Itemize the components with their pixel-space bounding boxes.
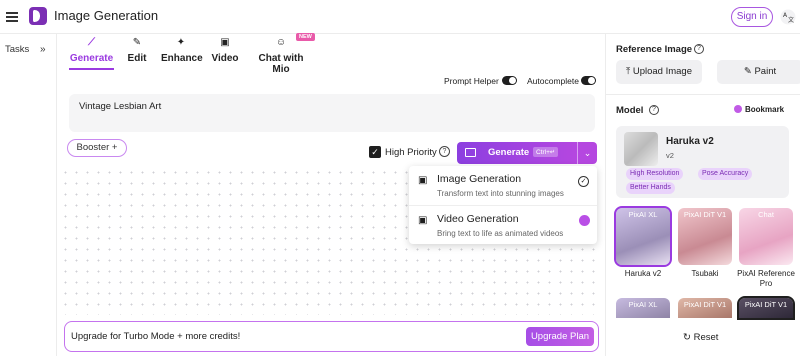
- model-tag: Pose Accuracy: [698, 168, 753, 180]
- translate-icon[interactable]: A 文: [780, 9, 796, 25]
- tab-generate[interactable]: ⟋ Generate: [69, 36, 114, 70]
- model-tag: High Resolution: [626, 168, 684, 180]
- check-icon: ✓: [578, 176, 589, 187]
- tab-label: Edit: [127, 53, 147, 64]
- divider: [606, 94, 800, 95]
- image-icon: [465, 148, 476, 157]
- model-badge: PixAI DiT V1: [683, 300, 727, 309]
- chevron-down-icon: ⌄: [583, 148, 592, 158]
- new-badge: NEW: [296, 33, 315, 41]
- generate-label: Generate: [488, 147, 530, 158]
- selected-model-card[interactable]: Haruka v2 v2 High Resolution Pose Accura…: [616, 126, 789, 198]
- help-icon[interactable]: ?: [694, 44, 704, 54]
- tab-enhance[interactable]: ✦ Enhance: [161, 36, 203, 68]
- prompt-helper-label: Prompt Helper: [444, 76, 499, 86]
- upgrade-banner: Upgrade for Turbo Mode + more credits! U…: [64, 321, 599, 352]
- model-title: Model: [616, 105, 644, 116]
- model-name: Haruka v2: [666, 136, 714, 147]
- autocomplete-toggle[interactable]: [581, 76, 596, 85]
- model-thumbnail-haruka[interactable]: PixAI XL: [614, 206, 672, 267]
- menu-item-video-generation[interactable]: ▣ Video Generation Bring text to life as…: [409, 206, 597, 245]
- tab-label: Video: [211, 53, 239, 64]
- model-badge: PixAI DiT V1: [683, 210, 727, 219]
- model-badge: PixAI XL: [628, 300, 658, 309]
- menu-item-title: Image Generation: [437, 173, 522, 185]
- model-thumbnail[interactable]: PixAI DiT V1: [678, 298, 732, 318]
- left-divider: [56, 34, 57, 356]
- expand-sidebar-icon[interactable]: »: [40, 44, 46, 55]
- upload-image-button[interactable]: ⤒ Upload Image: [616, 60, 702, 84]
- menu-item-image-generation[interactable]: ▣ Image Generation Transform text into s…: [409, 166, 597, 205]
- prompt-input[interactable]: Vintage Lesbian Art: [69, 94, 595, 132]
- model-caption: Haruka v2: [624, 269, 662, 278]
- model-version: v2: [666, 151, 674, 160]
- tab-edit[interactable]: ✎ Edit: [124, 36, 150, 68]
- high-priority-label: High Priority: [385, 147, 437, 158]
- booster-button[interactable]: Booster +: [67, 139, 127, 157]
- reset-button[interactable]: ↻ Reset: [683, 332, 718, 343]
- reset-label: Reset: [693, 332, 719, 343]
- video-icon: ▣: [418, 215, 428, 226]
- app-logo[interactable]: [29, 7, 47, 25]
- menu-item-subtitle: Bring text to life as animated videos: [437, 229, 564, 238]
- generate-dropdown-button[interactable]: ⌄: [577, 142, 597, 164]
- sign-in-button[interactable]: Sign in: [731, 7, 773, 27]
- help-icon[interactable]: ?: [649, 105, 659, 115]
- upload-label: Upload Image: [632, 66, 692, 77]
- autocomplete-label: Autocomplete: [527, 76, 579, 86]
- paintbrush-icon: ✎: [743, 66, 755, 77]
- crown-icon: [579, 215, 590, 226]
- model-thumbnail[interactable]: PixAI DiT V1: [737, 296, 795, 320]
- high-priority-checkbox[interactable]: ✓: [369, 146, 381, 158]
- tab-video[interactable]: ▣ Video: [211, 36, 239, 68]
- model-thumbnail-tsubaki[interactable]: PixAI DiT V1: [678, 208, 732, 265]
- shortcut-hint: Ctrl+↵: [533, 147, 559, 157]
- tab-label: Chat with Mio: [258, 53, 304, 75]
- model-thumbnail-reference-pro[interactable]: Chat: [739, 208, 793, 265]
- model-badge: PixAI XL: [628, 210, 658, 219]
- reference-image-title: Reference Image: [616, 44, 693, 55]
- bookmark-button[interactable]: Bookmark: [734, 105, 784, 114]
- sparkle-icon: ✦: [176, 37, 186, 48]
- video-icon: ▣: [220, 37, 230, 48]
- paint-label: Paint: [754, 66, 777, 77]
- generate-button[interactable]: Generate Ctrl+↵: [457, 142, 577, 164]
- help-icon[interactable]: ?: [439, 146, 450, 157]
- top-bar: Image Generation Sign in A 文: [0, 0, 800, 34]
- model-avatar: [624, 132, 658, 166]
- svg-text:文: 文: [788, 16, 794, 24]
- model-badge: Chat: [758, 210, 774, 219]
- tab-label: Enhance: [161, 53, 203, 64]
- tab-label: Generate: [69, 53, 114, 64]
- menu-item-title: Video Generation: [437, 213, 519, 225]
- upgrade-plan-button[interactable]: Upgrade Plan: [526, 327, 594, 346]
- generation-type-menu: ▣ Image Generation Transform text into s…: [409, 166, 597, 244]
- paint-button[interactable]: ✎ Paint: [717, 60, 800, 84]
- tasks-label[interactable]: Tasks: [5, 44, 29, 55]
- model-badge: PixAI DiT V1: [744, 300, 788, 309]
- model-thumbnail[interactable]: PixAI XL: [616, 298, 670, 318]
- menu-icon[interactable]: [6, 12, 18, 22]
- image-icon: ▣: [418, 175, 428, 186]
- upload-icon: ⤒: [626, 66, 633, 77]
- brush-icon: ✎: [132, 37, 142, 48]
- prompt-helper-toggle[interactable]: [502, 76, 517, 85]
- model-caption: PixAI Reference Pro: [737, 269, 795, 288]
- menu-item-subtitle: Transform text into stunning images: [437, 189, 564, 198]
- page-title: Image Generation: [54, 8, 159, 23]
- model-caption: Tsubaki: [691, 269, 719, 278]
- model-tag: Better Hands: [626, 182, 675, 194]
- upgrade-text: Upgrade for Turbo Mode + more credits!: [71, 331, 241, 342]
- right-panel: Reference Image ? ⤒ Upload Image ✎ Paint…: [605, 34, 800, 356]
- reset-icon: ↻: [683, 332, 694, 343]
- wand-icon: ⟋: [88, 37, 95, 48]
